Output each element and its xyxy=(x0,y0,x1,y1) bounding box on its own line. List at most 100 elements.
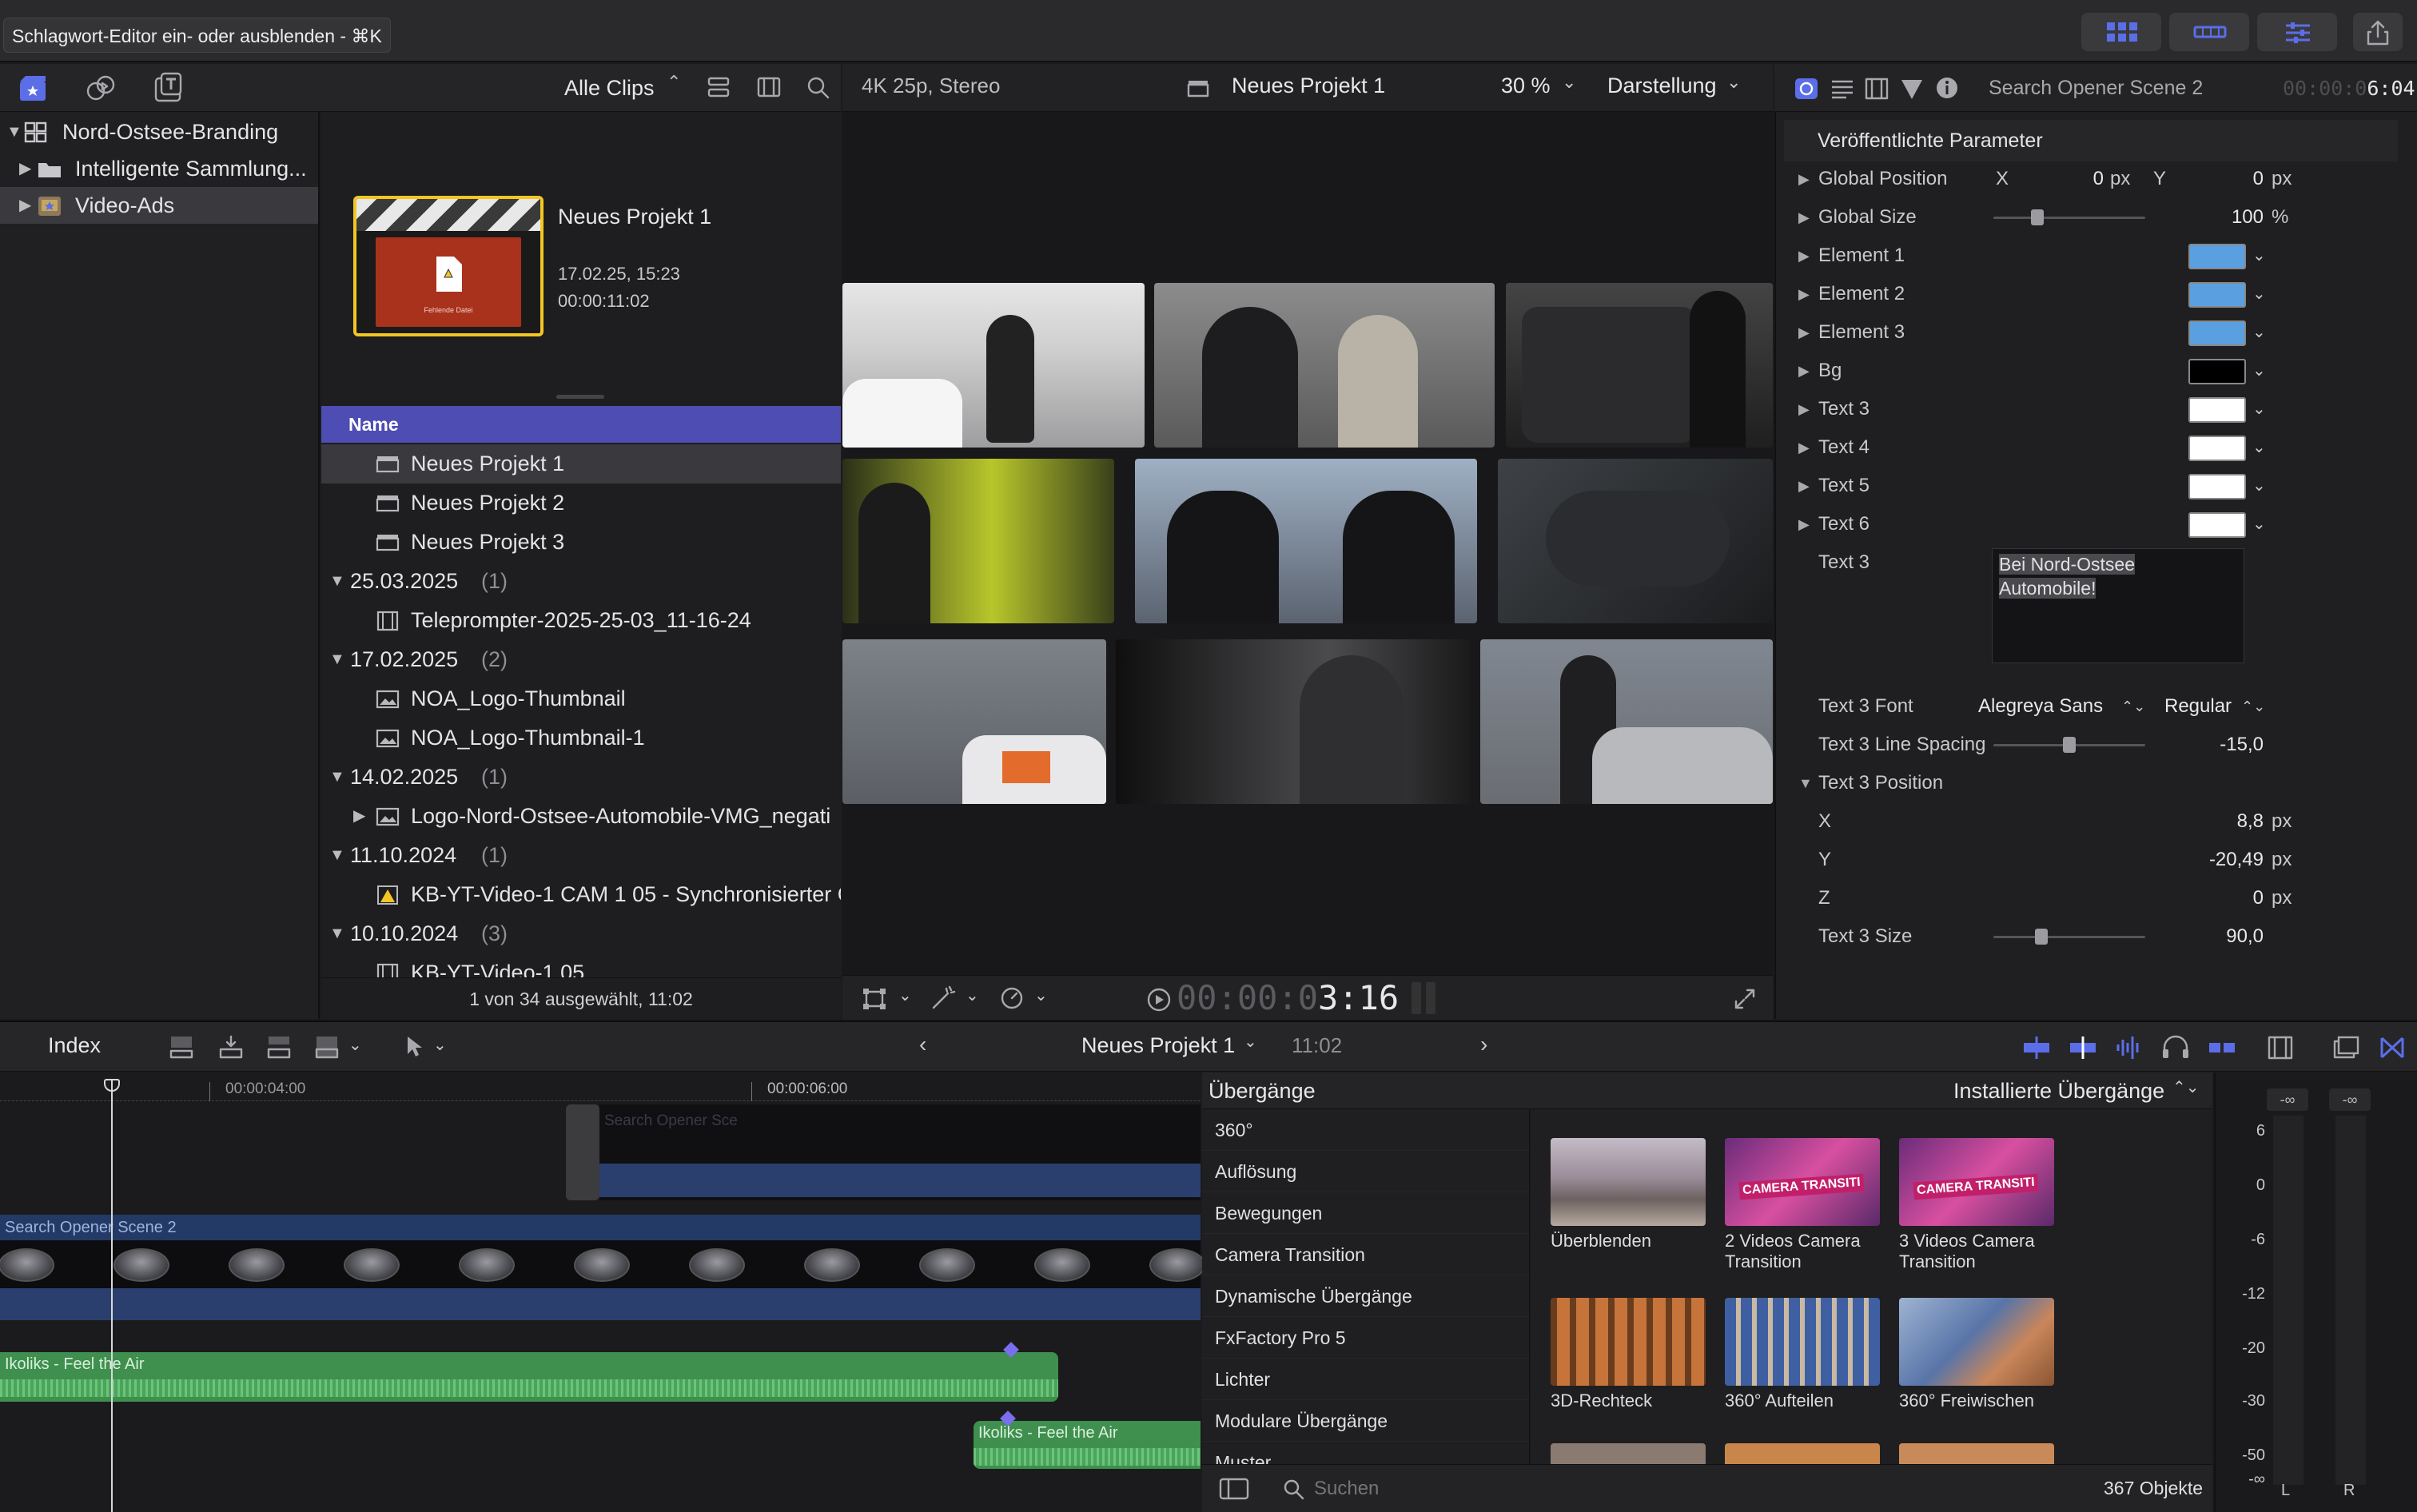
disclosure-open-icon[interactable]: ▼ xyxy=(329,640,345,679)
color-swatch[interactable] xyxy=(2188,436,2246,461)
disclosure-open-icon[interactable]: ▼ xyxy=(329,758,345,797)
tool-chevron-down-icon[interactable]: ⌄ xyxy=(433,1035,447,1055)
library-item-nord-ostsee-branding[interactable]: ▼ Nord-Ostsee-Branding xyxy=(0,113,318,150)
color-chevron-down-icon[interactable]: ⌄ xyxy=(2252,237,2266,275)
transition-category[interactable]: Lichter xyxy=(1202,1359,1529,1400)
index-button[interactable]: Index xyxy=(48,1033,101,1058)
font-style-chevron-icon[interactable]: ⌃⌄ xyxy=(2241,687,2265,726)
skimming-icon[interactable] xyxy=(2022,1035,2051,1060)
layout-inspector-button[interactable] xyxy=(2257,13,2337,51)
list-view-icon[interactable] xyxy=(707,75,731,101)
transform-icon[interactable] xyxy=(862,987,887,1011)
clip-handle[interactable] xyxy=(566,1104,599,1200)
slider-knob[interactable] xyxy=(2063,737,2076,753)
date-group-row[interactable]: ▼ 25.03.2025 (1) xyxy=(321,562,841,601)
edit-mode-chevron-down-icon[interactable]: ⌄ xyxy=(348,1035,362,1055)
global-position-y-value[interactable]: 0 xyxy=(2214,160,2264,198)
transition-category[interactable]: Bewegungen xyxy=(1202,1192,1529,1234)
layout-browser-button[interactable] xyxy=(2081,13,2161,51)
browser-list-item[interactable]: ▶ Logo-Nord-Ostsee-Automobile-VMG_negati xyxy=(321,797,841,836)
project-thumbnail[interactable]: Fehlende Datei xyxy=(353,196,544,336)
color-swatch[interactable] xyxy=(2188,474,2246,499)
browser-list-item[interactable]: KB-YT-Video-1 CAM 1 05 - Synchronisierte… xyxy=(321,875,841,914)
timeline-ruler[interactable]: 00:00:04:00 00:00:06:00 xyxy=(0,1072,1201,1101)
disclosure-closed-icon[interactable]: ▶ xyxy=(1798,237,1810,275)
transition-tile[interactable]: 3D-Rechteck xyxy=(1551,1298,1706,1411)
disclosure-closed-icon[interactable]: ▶ xyxy=(1798,467,1810,505)
date-group-row[interactable]: ▼ 17.02.2025 (2) xyxy=(321,640,841,679)
browser-list-item[interactable]: Teleprompter-2025-25-03_11-16-24 xyxy=(321,601,841,640)
disclosure-closed-icon[interactable]: ▶ xyxy=(19,187,31,224)
color-chevron-down-icon[interactable]: ⌄ xyxy=(2252,428,2266,467)
transition-tile[interactable]: 360° Aufteilen xyxy=(1725,1298,1880,1411)
color-chevron-down-icon[interactable]: ⌄ xyxy=(2252,467,2266,505)
color-swatch[interactable] xyxy=(2188,282,2246,308)
zoom-chevron-down-icon[interactable]: ⌄ xyxy=(1562,72,1576,93)
color-swatch[interactable] xyxy=(2188,397,2246,423)
color-inspector-icon[interactable] xyxy=(1899,77,1925,101)
transition-category[interactable]: Dynamische Übergänge xyxy=(1202,1275,1529,1317)
audio-clip-2[interactable]: Ikoliks - Feel the Air xyxy=(974,1421,1201,1469)
browser-list-item[interactable]: Neues Projekt 2 xyxy=(321,483,841,523)
main-clip-title[interactable]: Search Opener Scene 2 xyxy=(0,1215,1201,1240)
transition-tile[interactable]: Überblenden xyxy=(1551,1138,1706,1251)
color-chevron-down-icon[interactable]: ⌄ xyxy=(2252,505,2266,543)
text-size-value[interactable]: 90,0 xyxy=(2198,917,2264,956)
disclosure-closed-icon[interactable]: ▶ xyxy=(1798,198,1810,237)
transition-tile[interactable]: CAMERA TRANSITI 3 Videos Camera Transitio… xyxy=(1899,1138,2054,1272)
display-chevron-down-icon[interactable]: ⌄ xyxy=(1726,72,1741,93)
color-swatch[interactable] xyxy=(2188,359,2246,384)
info-inspector-icon[interactable] xyxy=(1934,75,1960,101)
disclosure-closed-icon[interactable]: ▶ xyxy=(1798,160,1810,198)
audio-skimming-icon[interactable] xyxy=(2069,1035,2097,1060)
overwrite-clip-icon[interactable] xyxy=(313,1035,340,1060)
color-swatch[interactable] xyxy=(2188,512,2246,538)
upper-connected-clip[interactable]: Search Opener Sce xyxy=(599,1104,1201,1200)
library-item-video-ads[interactable]: ▶ Video-Ads xyxy=(0,187,318,224)
disclosure-closed-icon[interactable]: ▶ xyxy=(1798,352,1810,390)
transform-chevron-down-icon[interactable]: ⌄ xyxy=(898,985,912,1005)
history-back-chevron-icon[interactable]: ‹ xyxy=(919,1032,926,1057)
insert-clip-icon[interactable] xyxy=(217,1035,245,1060)
history-forward-chevron-icon[interactable]: › xyxy=(1480,1032,1487,1057)
transition-tile[interactable]: 360° Freiwischen xyxy=(1899,1298,2054,1411)
project-chevron-down-icon[interactable]: ⌄ xyxy=(1244,1032,1257,1052)
snapping-icon[interactable] xyxy=(2208,1035,2236,1060)
color-chevron-down-icon[interactable]: ⌄ xyxy=(2252,313,2266,352)
slider-knob[interactable] xyxy=(2030,209,2044,225)
transition-category[interactable]: Muster xyxy=(1202,1442,1529,1464)
color-chevron-down-icon[interactable]: ⌄ xyxy=(2252,390,2266,428)
color-chevron-down-icon[interactable]: ⌄ xyxy=(2252,275,2266,313)
browser-list-item[interactable]: NOA_Logo-Thumbnail-1 xyxy=(321,718,841,758)
browser-resize-handle[interactable] xyxy=(556,395,604,399)
date-group-row[interactable]: ▼ 10.10.2024 (3) xyxy=(321,914,841,953)
color-chevron-down-icon[interactable]: ⌄ xyxy=(2252,352,2266,390)
play-icon[interactable] xyxy=(1146,987,1172,1013)
retime-chevron-down-icon[interactable]: ⌄ xyxy=(1034,985,1048,1005)
transition-category[interactable]: FxFactory Pro 5 xyxy=(1202,1317,1529,1359)
disclosure-closed-icon[interactable]: ▶ xyxy=(1798,505,1810,543)
global-position-x-value[interactable]: 0 xyxy=(2054,160,2104,198)
transition-category[interactable]: Auflösung xyxy=(1202,1151,1529,1192)
browser-list-item[interactable]: NOA_Logo-Thumbnail xyxy=(321,679,841,718)
library-item-smart-collection[interactable]: ▶ Intelligente Sammlung... xyxy=(0,150,318,187)
line-spacing-slider[interactable] xyxy=(1993,737,2145,753)
position-y-value[interactable]: -20,49 xyxy=(2182,841,2264,879)
filmstrip-view-icon[interactable] xyxy=(756,75,782,101)
disclosure-closed-icon[interactable]: ▶ xyxy=(1798,313,1810,352)
titles-generators-icon[interactable] xyxy=(152,72,184,102)
waveform-icon[interactable] xyxy=(2115,1035,2144,1060)
transition-thumbnail-partial[interactable] xyxy=(1725,1443,1880,1464)
transition-category[interactable]: Modulare Übergänge xyxy=(1202,1400,1529,1442)
color-swatch[interactable] xyxy=(2188,244,2246,269)
fullscreen-icon[interactable] xyxy=(1733,987,1757,1011)
libraries-icon[interactable] xyxy=(18,74,48,102)
solo-headphones-icon[interactable] xyxy=(2161,1035,2190,1060)
enhance-wand-icon[interactable] xyxy=(930,985,958,1011)
share-button[interactable] xyxy=(2353,13,2403,51)
transition-thumbnail-partial[interactable] xyxy=(1899,1443,2054,1464)
viewer-timecode[interactable]: 00:00:03:16 xyxy=(1177,981,1399,1016)
font-style-menu[interactable]: Regular xyxy=(2164,687,2232,726)
transitions-source-menu[interactable]: Installierte Übergänge xyxy=(1953,1079,2164,1104)
display-menu[interactable]: Darstellung xyxy=(1607,74,1717,98)
